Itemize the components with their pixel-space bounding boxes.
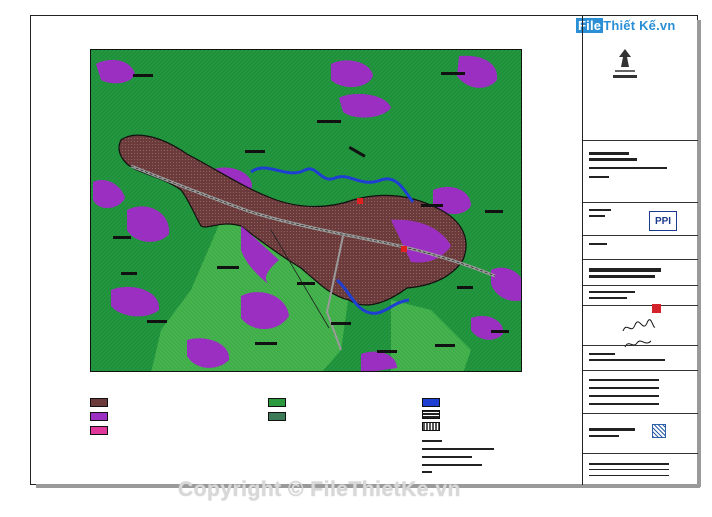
tb-text-line (589, 215, 605, 217)
tb-divider (583, 285, 698, 286)
legend-item (268, 412, 290, 421)
tb-text-line (589, 428, 635, 431)
ppi-logo: PPI (649, 211, 677, 231)
tb-text-line (589, 435, 619, 437)
legend-item (90, 426, 112, 435)
tb-divider (583, 345, 698, 346)
legend-item (422, 410, 444, 419)
qr-code-icon (652, 424, 666, 438)
tb-divider (583, 305, 698, 306)
legend-item (90, 412, 112, 421)
tb-text-line (589, 463, 669, 465)
signature-icon (624, 340, 652, 348)
tb-text-line (589, 176, 609, 178)
note-text-line (422, 448, 494, 450)
poi-marker[interactable] (401, 246, 407, 252)
tb-text-line (589, 475, 669, 476)
title-block: PPI (582, 15, 698, 485)
tb-text-line (589, 291, 635, 293)
tb-text-line (589, 395, 659, 397)
red-stamp-icon (652, 304, 661, 313)
legend-swatch (90, 412, 108, 421)
tb-text-line (589, 243, 607, 245)
legend-swatch (422, 398, 440, 407)
tb-text-line (589, 353, 615, 355)
tb-text-line (589, 403, 659, 405)
tb-text-line (589, 359, 665, 361)
planning-map[interactable] (90, 49, 522, 372)
tb-divider (583, 453, 698, 454)
tb-text-line (589, 379, 659, 381)
legend-swatch (90, 426, 108, 435)
legend-swatch (90, 398, 108, 407)
legend-swatch (422, 410, 440, 419)
note-text-line (422, 471, 432, 473)
legend-swatch (268, 398, 286, 407)
tb-text-line (589, 297, 627, 299)
legend-item (422, 398, 444, 407)
tb-text-line (589, 387, 659, 389)
tb-text-line (589, 158, 637, 161)
legend-item (90, 398, 112, 407)
legend-swatch (268, 412, 286, 421)
company-logo-icon (613, 49, 637, 78)
copyright-watermark: Copyright © FileThietKe.vn (178, 478, 461, 501)
legend-swatch (422, 422, 440, 431)
signature-icon (622, 319, 656, 332)
tb-text-line (589, 469, 669, 470)
legend-notes (422, 440, 496, 474)
legend-item (422, 422, 444, 431)
poi-marker[interactable] (357, 198, 363, 204)
map-canvas (91, 50, 521, 371)
tb-divider (583, 202, 698, 203)
legend-item (268, 398, 290, 407)
tb-text-line (589, 275, 655, 278)
tb-text-line (589, 209, 611, 211)
note-text-line (422, 456, 472, 458)
tb-text-line (589, 268, 661, 272)
tb-divider (583, 259, 698, 260)
tb-divider (583, 235, 698, 236)
tb-text-line (589, 167, 667, 169)
note-text-line (422, 440, 442, 442)
note-text-line (422, 464, 482, 466)
tb-divider (583, 370, 698, 371)
tb-divider (583, 140, 698, 141)
tb-divider (583, 413, 698, 414)
tb-text-line (589, 152, 629, 155)
